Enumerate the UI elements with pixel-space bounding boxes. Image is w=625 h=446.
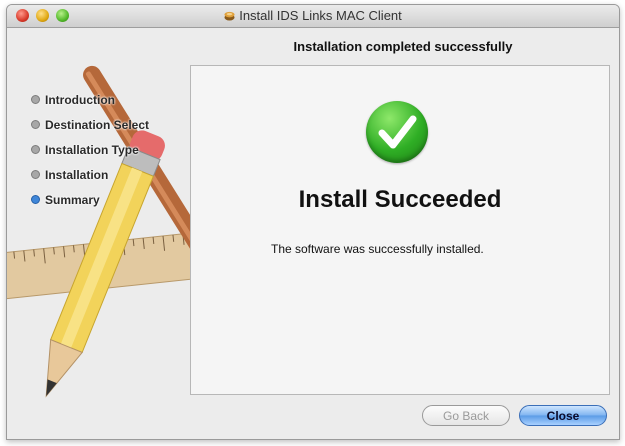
step-bullet-active-icon <box>31 195 40 204</box>
step-label: Summary <box>45 192 100 207</box>
step-destination-select: Destination Select <box>31 112 149 137</box>
step-label: Introduction <box>45 92 115 107</box>
go-back-button[interactable]: Go Back <box>422 405 510 426</box>
result-message: The software was successfully installed. <box>271 242 484 256</box>
step-label: Destination Select <box>45 117 150 132</box>
step-summary: Summary <box>31 187 149 212</box>
step-bullet-icon <box>31 95 40 104</box>
step-bullet-icon <box>31 120 40 129</box>
step-label: Installation Type <box>45 142 139 157</box>
step-installation: Installation <box>31 162 149 187</box>
step-bullet-icon <box>31 170 40 179</box>
title-bar[interactable]: Install IDS Links MAC Client <box>7 5 619 28</box>
close-button[interactable]: Close <box>519 405 607 426</box>
checkmark-icon <box>366 101 428 163</box>
step-introduction: Introduction <box>31 87 149 112</box>
page-heading: Installation completed successfully <box>293 39 513 54</box>
package-icon <box>224 11 235 21</box>
checkmark-glyph-icon <box>378 115 417 149</box>
content-panel: Install Succeeded The software was succe… <box>190 65 610 395</box>
installer-steps: Introduction Destination Select Installa… <box>31 87 149 212</box>
result-title: Install Succeeded <box>298 186 502 213</box>
step-bullet-icon <box>31 145 40 154</box>
window-title-area: Install IDS Links MAC Client <box>7 8 619 23</box>
step-installation-type: Installation Type <box>31 137 149 162</box>
step-label: Installation <box>45 167 109 182</box>
window-title: Install IDS Links MAC Client <box>239 8 402 23</box>
installer-window: Install IDS Links MAC Client Installatio… <box>6 4 620 440</box>
